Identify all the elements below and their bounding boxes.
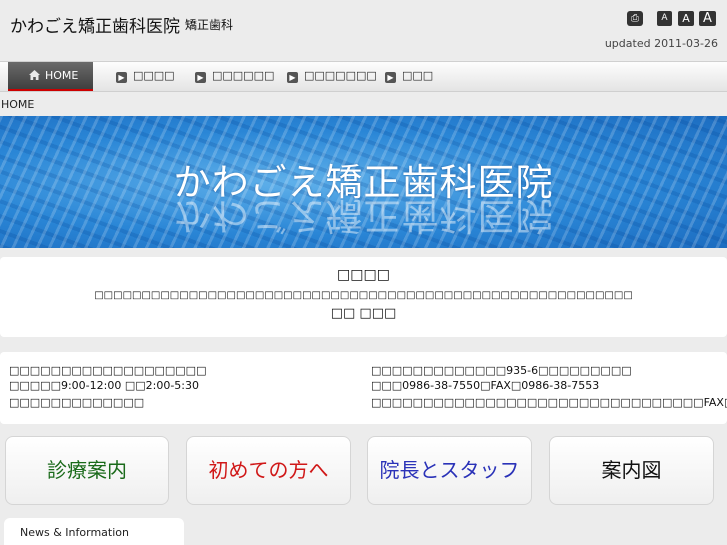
clinic-info-line: □□□□□□□□□□□□□□□□□□□ (9, 364, 207, 377)
nav-item-label: □□□□ (133, 69, 175, 82)
treatment-guide-button[interactable]: 診療案内 (5, 436, 169, 505)
clinic-info-line: □□□□□□□□□□□□□□□□□□□□□□□□□□□□□□□□FAX□□ (371, 396, 727, 409)
site-title[interactable]: かわごえ矯正歯科医院 (10, 12, 180, 37)
intro-body: □□□□□□□□□□□□□□□□□□□□□□□□□□□□□□□□□□□□□□□□… (94, 290, 633, 301)
nav-item-label: □□□ (402, 69, 434, 82)
button-label: 院長とスタッフ (379, 458, 520, 482)
printer-icon[interactable]: ⎙ (627, 11, 643, 26)
nav-item-label: □□□□□□□ (304, 69, 377, 82)
font-size-large-button[interactable]: A (699, 11, 716, 26)
clinic-phone-fax: □□□0986-38-7550□FAX□0986-38-7553 (371, 379, 600, 392)
home-icon (29, 70, 40, 80)
button-label: 初めての方へ (208, 458, 329, 482)
main-nav: HOME ▶ □□□□ ▶ □□□□□□ ▶ □□□□□□□ ▶ □□□ (0, 61, 727, 92)
first-visit-button[interactable]: 初めての方へ (186, 436, 351, 505)
arrow-right-icon: ▶ (287, 72, 298, 83)
font-size-medium-button[interactable]: A (678, 11, 694, 26)
breadcrumb[interactable]: HOME (1, 98, 34, 111)
nav-item-4[interactable]: ▶ □□□□□□□ (287, 62, 377, 91)
arrow-right-icon: ▶ (385, 72, 396, 83)
clinic-info-line: □□□□□□□□□□□□□ (9, 396, 145, 409)
intro-signature: □□ □□□ (330, 306, 397, 321)
access-map-button[interactable]: 案内図 (549, 436, 714, 505)
intro-heading: □□□□ (337, 267, 390, 283)
nav-item-label: HOME (45, 69, 79, 82)
site-subtitle: 矯正歯科 (185, 18, 234, 32)
news-heading: News & Information (20, 526, 129, 539)
button-label: 診療案内 (47, 458, 127, 482)
hero-title-reflection-text: かわごえ矯正歯科医院 (173, 194, 554, 237)
nav-item-3[interactable]: ▶ □□□□□□ (195, 62, 274, 91)
hero-banner: かわごえ矯正歯科医院 かわごえ矯正歯科医院 (0, 116, 727, 248)
clinic-hours: □□□□□9:00-12:00 □□2:00-5:30 (9, 379, 199, 392)
arrow-right-icon: ▶ (116, 72, 127, 83)
nav-item-2[interactable]: ▶ □□□□ (116, 62, 175, 91)
nav-item-5[interactable]: ▶ □□□ (385, 62, 433, 91)
updated-date: updated 2011-03-26 (604, 37, 718, 50)
hero-title-reflection: かわごえ矯正歯科医院 (0, 192, 727, 246)
director-staff-button[interactable]: 院長とスタッフ (367, 436, 532, 505)
clinic-address: □□□□□□□□□□□□□935-6□□□□□□□□□ (371, 364, 632, 377)
site-header: かわごえ矯正歯科医院 矯正歯科 ⎙ A A A updated 2011-03-… (0, 0, 727, 60)
button-label: 案内図 (601, 458, 662, 482)
nav-item-home[interactable]: HOME (8, 62, 93, 91)
font-size-small-button[interactable]: A (657, 11, 672, 26)
nav-item-label: □□□□□□ (212, 69, 275, 82)
arrow-right-icon: ▶ (195, 72, 206, 83)
